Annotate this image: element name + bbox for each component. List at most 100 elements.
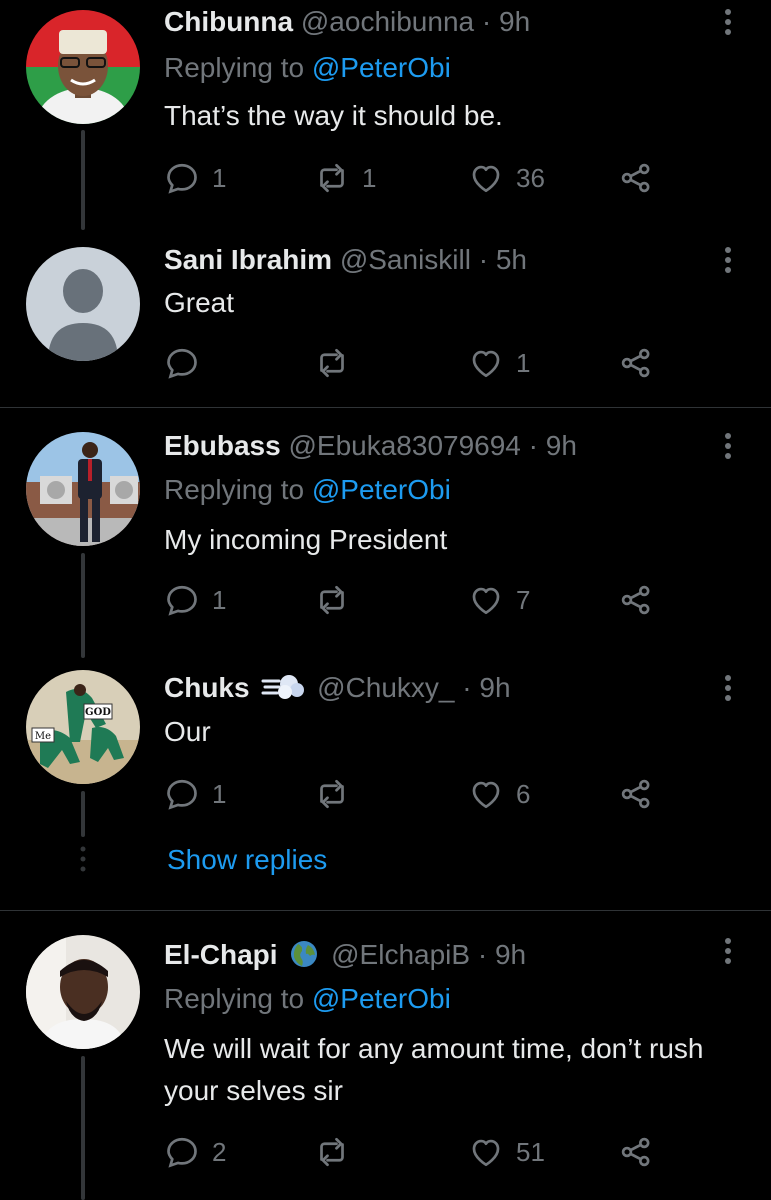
user-handle[interactable]: @Chukxy_ — [317, 672, 454, 703]
replying-to: Replying to @PeterObi — [164, 981, 451, 1017]
retweet-button[interactable] — [314, 580, 362, 620]
like-button[interactable]: 1 — [468, 343, 530, 383]
retweet-icon — [320, 163, 344, 193]
timestamp[interactable]: 9h — [479, 672, 510, 703]
globe-emoji-icon — [289, 939, 319, 978]
replying-label: Replying to — [164, 474, 305, 505]
retweet-button[interactable] — [314, 343, 362, 383]
more-options-icon[interactable] — [716, 933, 740, 969]
share-icon — [621, 585, 650, 615]
thread-continuation-dots — [80, 846, 86, 872]
reply-button[interactable]: 2 — [164, 1132, 226, 1172]
tweet-text: Our — [164, 716, 211, 747]
tweet-ebubass[interactable]: Ebubass @Ebuka83079694 · 9h Replying to … — [0, 408, 771, 658]
heart-icon — [472, 781, 500, 809]
like-button[interactable]: 36 — [468, 158, 545, 198]
dash-emoji-icon — [261, 672, 305, 711]
share-icon — [621, 1137, 650, 1167]
separator: · — [462, 672, 472, 703]
share-button[interactable] — [618, 774, 654, 814]
action-bar: 1 7 — [164, 580, 664, 620]
reply-button[interactable] — [164, 343, 212, 383]
timestamp[interactable]: 5h — [496, 244, 527, 275]
tweet-header: Chibunna @aochibunna · 9h — [164, 4, 530, 40]
tweet-header: Sani Ibrahim @Saniskill · 5h — [164, 242, 527, 278]
display-name[interactable]: El-Chapi — [164, 939, 278, 970]
timestamp[interactable]: 9h — [546, 430, 577, 461]
display-name[interactable]: Ebubass — [164, 430, 281, 461]
replying-label: Replying to — [164, 983, 305, 1014]
separator: · — [478, 244, 489, 275]
reply-count: 1 — [212, 162, 227, 193]
reply-icon — [167, 1137, 197, 1168]
avatar[interactable] — [26, 10, 140, 124]
user-handle[interactable]: @aochibunna — [301, 6, 474, 37]
retweet-icon — [320, 779, 344, 809]
action-bar: 1 1 36 — [164, 158, 664, 198]
thread-line — [81, 1056, 85, 1200]
more-options-icon[interactable] — [716, 4, 740, 40]
display-name[interactable]: Sani Ibrahim — [164, 244, 332, 275]
reply-button[interactable]: 1 — [164, 774, 226, 814]
user-handle[interactable]: @Ebuka83079694 — [288, 430, 520, 461]
heart-icon — [472, 587, 500, 615]
reply-button[interactable]: 1 — [164, 580, 226, 620]
more-options-icon[interactable] — [716, 242, 740, 278]
like-button[interactable]: 51 — [468, 1132, 545, 1172]
show-replies-link[interactable]: Show replies — [167, 842, 327, 878]
user-handle[interactable]: @Saniskill — [340, 244, 471, 275]
reply-count: 2 — [212, 1136, 227, 1167]
share-button[interactable] — [618, 580, 654, 620]
reply-count: 1 — [212, 584, 227, 615]
retweet-count: 1 — [362, 162, 377, 193]
tweet-header: Ebubass @Ebuka83079694 · 9h — [164, 428, 577, 464]
reply-button[interactable]: 1 — [164, 158, 226, 198]
tweet-text: We will wait for any amount time, don’t … — [164, 1033, 704, 1106]
tweet-el-chapi[interactable]: El-Chapi @ElchapiB · 9h Replying to @Pet… — [0, 911, 771, 1200]
tweet-text: Great — [164, 287, 235, 318]
share-icon — [621, 163, 650, 193]
retweet-button[interactable] — [314, 774, 362, 814]
like-count: 36 — [516, 162, 545, 193]
avatar[interactable]: GOD Me — [26, 670, 140, 784]
action-bar: 1 — [164, 343, 664, 383]
action-bar: 2 51 — [164, 1132, 664, 1172]
more-options-icon[interactable] — [716, 670, 740, 706]
display-name[interactable]: Chuks — [164, 672, 250, 703]
avatar-label-god: GOD — [85, 707, 111, 718]
heart-icon — [472, 350, 500, 378]
tweet-chibunna[interactable]: Chibunna @aochibunna · 9h Replying to @P… — [0, 0, 771, 230]
avatar[interactable] — [26, 247, 140, 361]
tweet-chuks[interactable]: GOD Me Chuks @Chukxy_ · 9h Our 1 6 — [0, 658, 771, 908]
like-button[interactable]: 6 — [468, 774, 530, 814]
mention-link[interactable]: @PeterObi — [312, 52, 451, 83]
share-button[interactable] — [618, 1132, 654, 1172]
avatar[interactable] — [26, 935, 140, 1049]
retweet-icon — [320, 1137, 344, 1167]
thread-line — [81, 791, 85, 837]
retweet-button[interactable] — [314, 1132, 362, 1172]
reply-icon — [167, 348, 197, 379]
avatar[interactable] — [26, 432, 140, 546]
tweet-sani-ibrahim[interactable]: Sani Ibrahim @Saniskill · 5h Great 1 — [0, 230, 771, 407]
replying-to: Replying to @PeterObi — [164, 472, 451, 508]
mention-link[interactable]: @PeterObi — [312, 983, 451, 1014]
thread-line — [81, 553, 85, 658]
timestamp[interactable]: 9h — [495, 939, 526, 970]
retweet-button[interactable]: 1 — [314, 158, 376, 198]
like-count: 1 — [516, 347, 531, 378]
like-count: 6 — [516, 778, 531, 809]
like-button[interactable]: 7 — [468, 580, 530, 620]
tweet-text: That’s the way it should be. — [164, 100, 503, 131]
replying-to: Replying to @PeterObi — [164, 50, 451, 86]
timestamp[interactable]: 9h — [499, 6, 530, 37]
separator: · — [528, 430, 538, 461]
share-button[interactable] — [618, 158, 654, 198]
more-options-icon[interactable] — [716, 428, 740, 464]
share-button[interactable] — [618, 343, 654, 383]
user-handle[interactable]: @ElchapiB — [331, 939, 470, 970]
display-name[interactable]: Chibunna — [164, 6, 293, 37]
avatar-label-me: Me — [35, 731, 51, 742]
mention-link[interactable]: @PeterObi — [312, 474, 451, 505]
reply-icon — [167, 779, 197, 810]
